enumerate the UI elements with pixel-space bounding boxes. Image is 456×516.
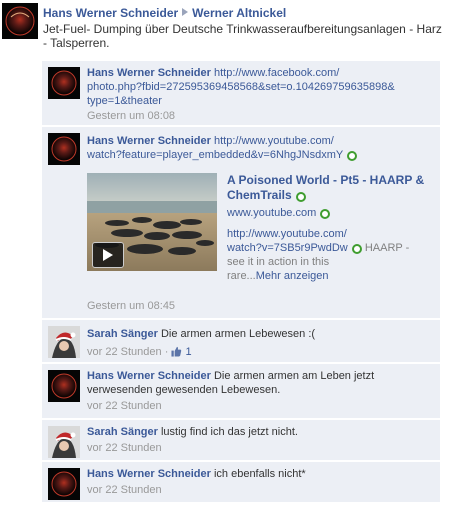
comment-link-cont[interactable]: photo.php?fbid=272595369458568&set=o.104… <box>87 80 432 94</box>
comment: Sarah Sänger Die armen armen Lebewesen :… <box>42 320 440 362</box>
avatar[interactable] <box>48 67 80 99</box>
comment-link-cont[interactable]: watch?feature=player_embedded&v=6NhgJNsd… <box>87 149 343 161</box>
green-circle-icon <box>351 244 362 254</box>
comment-text: lustig find ich das jetzt nicht. <box>160 426 298 438</box>
comment-link[interactable]: http://www.facebook.com/ <box>214 67 339 79</box>
post-author-link[interactable]: Hans Werner Schneider <box>43 6 178 20</box>
arrow-right-icon <box>182 8 189 16</box>
comment-author-link[interactable]: Hans Werner Schneider <box>87 67 211 79</box>
comment: Hans Werner Schneider http://www.faceboo… <box>42 61 440 125</box>
link-attachment: A Poisoned World - Pt5 - HAARP & ChemTra… <box>87 173 432 291</box>
post-message: Jet-Fuel- Dumping über Deutsche Trinkwas… <box>43 22 442 50</box>
comment-link-cont[interactable]: type=1&theater <box>87 94 432 108</box>
thumbs-up-icon[interactable] <box>171 346 182 357</box>
avatar[interactable] <box>48 133 80 165</box>
avatar[interactable] <box>48 326 80 358</box>
video-thumbnail[interactable] <box>87 173 217 271</box>
like-count[interactable]: 1 <box>185 346 191 358</box>
share-description-cont: rare... <box>227 270 256 282</box>
comment-text: Die armen armen Lebewesen :( <box>160 328 316 340</box>
share-url-link[interactable]: http://www.youtube.com/ <box>227 227 427 241</box>
share-url-link-cont[interactable]: watch?v=7SB5r9PwdDw <box>227 242 348 254</box>
comment-timestamp[interactable]: vor 22 Stunden <box>87 483 432 497</box>
comment: Hans Werner Schneider ich ebenfalls nich… <box>42 462 440 502</box>
comment-author-link[interactable]: Sarah Sänger <box>87 328 158 340</box>
post-target-link[interactable]: Werner Altnickel <box>192 6 286 20</box>
comment-text-cont: verwesenden gewesenden Lebewesen. <box>87 384 281 396</box>
green-circle-icon <box>320 209 331 219</box>
show-more-link[interactable]: Mehr anzeigen <box>256 270 329 282</box>
separator: · <box>164 346 169 358</box>
comment-author-link[interactable]: Hans Werner Schneider <box>87 468 211 480</box>
post-header: Hans Werner Schneider Werner Altnickel <box>43 6 453 21</box>
avatar[interactable] <box>48 370 80 402</box>
comment-text: Die armen armen am Leben jetzt <box>213 370 375 382</box>
share-description-cont: see it in action in this <box>227 256 330 268</box>
share-title-link[interactable]: A Poisoned World - Pt5 - HAARP & <box>227 173 427 188</box>
avatar[interactable] <box>48 426 80 458</box>
play-button[interactable] <box>92 242 124 268</box>
comment-author-link[interactable]: Hans Werner Schneider <box>87 370 211 382</box>
comment-author-link[interactable]: Hans Werner Schneider <box>87 135 211 147</box>
comment-timestamp[interactable]: vor 22 Stunden <box>87 346 162 358</box>
comment: Sarah Sänger lustig find ich das jetzt n… <box>42 420 440 460</box>
share-description: HAARP - <box>364 242 410 254</box>
comment: Hans Werner Schneider Die armen armen am… <box>42 364 440 418</box>
comment-author-link[interactable]: Sarah Sänger <box>87 426 158 438</box>
green-circle-icon <box>295 192 306 202</box>
share-title-link-cont[interactable]: ChemTrails <box>227 188 292 202</box>
comment-timestamp[interactable]: Gestern um 08:08 <box>87 109 432 123</box>
share-domain-link[interactable]: www.youtube.com <box>227 207 316 219</box>
comment-timestamp[interactable]: vor 22 Stunden <box>87 441 432 455</box>
green-circle-icon <box>347 151 358 161</box>
avatar[interactable] <box>2 3 38 39</box>
comment-text: ich ebenfalls nicht* <box>213 468 306 480</box>
comment-link[interactable]: http://www.youtube.com/ <box>214 135 334 147</box>
avatar[interactable] <box>48 468 80 500</box>
comment-timestamp[interactable]: vor 22 Stunden <box>87 399 432 413</box>
feed-post: Hans Werner Schneider Werner Altnickel Je… <box>0 0 456 60</box>
comment-timestamp[interactable]: Gestern um 08:45 <box>87 300 175 312</box>
